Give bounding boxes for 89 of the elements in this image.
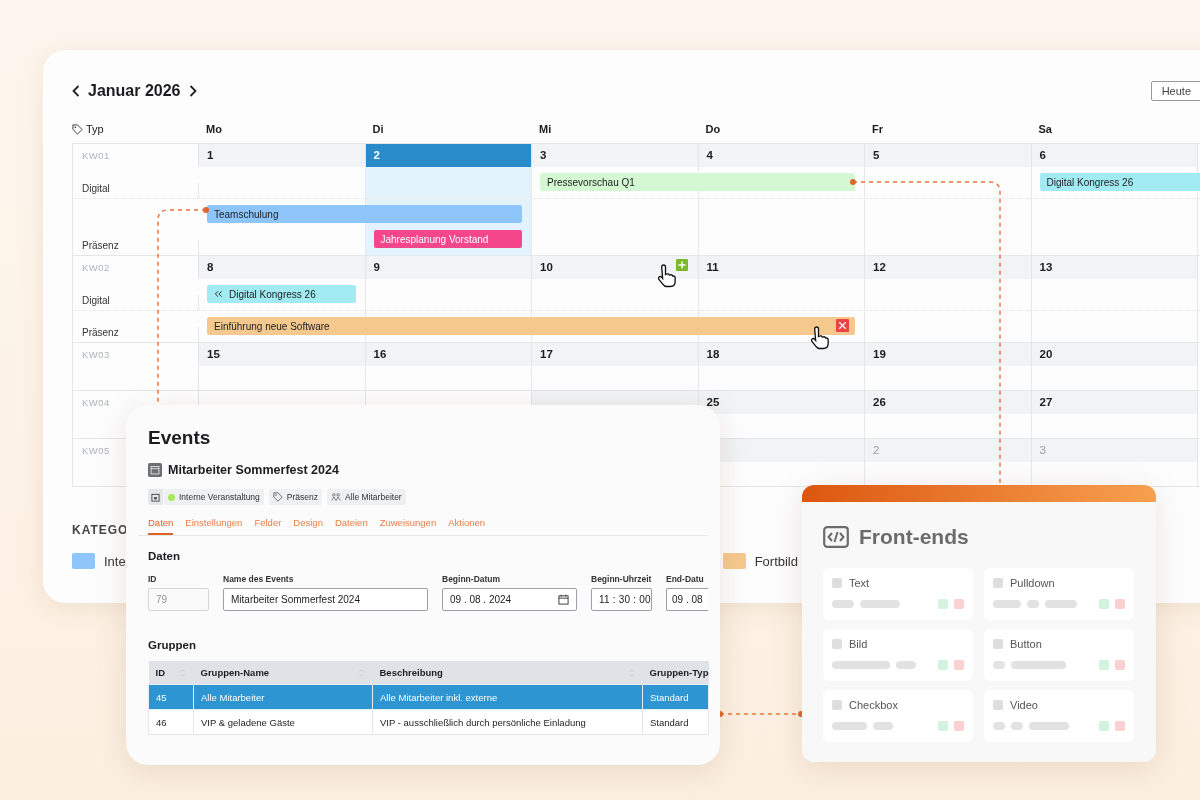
column-header[interactable]: Gruppen-Typ [642,661,709,685]
component-label: Text [849,577,870,589]
field-label: Beginn-Datum [442,574,502,584]
day-header[interactable]: 13 [1031,256,1198,279]
chip-label: Interne Veranstaltung [179,492,260,502]
table-cell: 46 [148,709,194,735]
tab[interactable]: Daten [148,517,174,535]
component-tile[interactable]: Pulldown [984,568,1134,620]
day-header[interactable]: 20 [1031,343,1198,366]
lane-label: Digital [82,295,110,306]
section-heading: Gruppen [148,639,197,651]
field-label: ID [148,574,158,584]
component-label: Checkbox [849,699,898,711]
table-row[interactable]: 46 VIP & geladene Gäste VIP - ausschließlich durch persönliche Einladung Standard [148,709,709,735]
day-header[interactable]: 15 [199,343,366,366]
panel-title: Front-ends [859,525,969,549]
week-number: KW02 [82,262,110,273]
component-label: Bild [849,638,868,650]
input-field[interactable]: 09 . 08 [666,588,708,611]
lane-label: Präsenz [82,327,119,338]
lane-label: Präsenz [82,240,119,251]
week-number: KW04 [82,397,110,408]
day-header[interactable]: 25 [698,391,865,414]
component-label: Button [1010,638,1042,650]
time-field[interactable]: 11 : 30 : 00 [591,588,652,611]
event-bar[interactable]: Digital Kongress 26 [207,285,356,303]
day-header[interactable]: 16 [365,343,532,366]
component-tile[interactable]: Bild [823,629,973,681]
event-name: Mitarbeiter Sommerfest 2024 [168,463,339,477]
table-cell: VIP & geladene Gäste [193,709,373,735]
week-number: KW05 [82,445,110,456]
column-header: Typ [86,123,104,135]
day-header[interactable]: 1 [199,144,366,167]
component-label: Video [1010,699,1038,711]
legend-heading: KATEGO [72,523,128,537]
today-button[interactable]: Heute [1150,81,1200,101]
component-tile[interactable]: Text [823,568,973,620]
category-label: Inte [104,553,126,569]
weekday-label: Mo [206,123,222,135]
input-field[interactable]: Mitarbeiter Sommerfest 2024 [223,588,428,611]
event-bar[interactable]: Einführung neue Software [207,317,855,335]
day-header[interactable]: 5 [865,144,1032,167]
chip-label: Präsenz [286,492,318,502]
column-header[interactable]: Gruppen-Name [193,661,373,685]
date-field[interactable]: 09 . 08 . 2024 [442,588,577,611]
day-header[interactable]: 4 [698,144,865,167]
event-bar[interactable]: Teamschulung [207,205,522,223]
day-header[interactable]: 27 [1031,391,1198,414]
weekday-label: Do [705,123,721,135]
day-header[interactable]: 17 [532,343,699,366]
table-cell: Alle Mitarbeiter [193,684,373,710]
component-tile[interactable]: Button [984,629,1134,681]
component-tile[interactable]: Video [984,690,1134,742]
field-label: Name des Events [223,574,295,584]
day-header[interactable]: 26 [865,391,1032,414]
weekday-label: Fr [872,123,883,135]
day-header[interactable]: 19 [865,343,1032,366]
component-label: Pulldown [1010,577,1055,589]
day-header[interactable]: 12 [865,256,1032,279]
day-header[interactable]: 9 [365,256,532,279]
day-header[interactable]: 6 [1031,144,1198,167]
weekday-label: Di [372,123,384,135]
lane-label: Digital [82,183,110,194]
day-header[interactable]: 10 [532,256,699,279]
chip-label: Alle Mitarbeiter [345,492,402,502]
component-tile[interactable]: Checkbox [823,690,973,742]
field-label: End-Datu [666,574,705,584]
field-label: Beginn-Uhrzeit [591,574,652,584]
day-header[interactable]: 8 [199,256,366,279]
day-header[interactable]: 3 [532,144,699,167]
category-label: Fortbild [754,553,798,569]
table-cell: VIP - ausschließlich durch persönliche Einladung [372,709,643,735]
column-header[interactable]: ID [148,661,194,685]
week-number: KW01 [82,150,110,161]
event-bar[interactable]: Digital Kongress 26 [1039,173,1200,191]
event-bar[interactable]: Pressevorschau Q1 [540,173,855,191]
month-title: Januar 2026 [88,82,181,100]
panel-title: Events [148,426,212,450]
week-number: KW03 [82,349,110,360]
day-header[interactable]: 18 [698,343,865,366]
day-header[interactable]: 2 [365,144,532,167]
column-header[interactable]: Beschreibung [372,661,643,685]
section-heading: Daten [148,550,181,562]
weekday-label: Sa [1038,123,1052,135]
weekday-label: Mi [539,123,552,135]
day-header[interactable]: 11 [698,256,865,279]
table-cell: 45 [148,684,194,710]
table-cell: Standard [642,684,709,710]
table-cell: Alle Mitarbeiter inkl. externe [372,684,643,710]
